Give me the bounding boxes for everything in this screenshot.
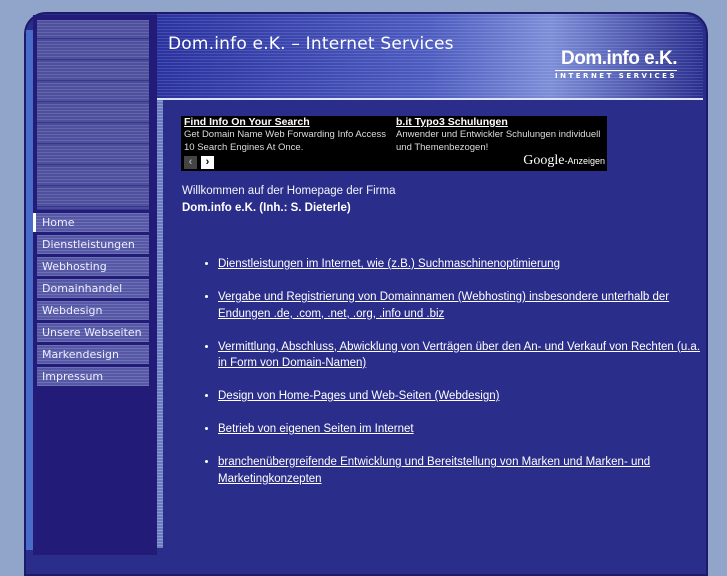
list-item: Vermittlung, Abschluss, Abwicklung von V… [218, 339, 708, 372]
company-name: Dom.info e.K. (Inh.: S. Dieterle) [182, 202, 351, 214]
nav-home[interactable]: Home [33, 213, 149, 232]
service-link[interactable]: Design von Home-Pages und Web-Seiten (We… [218, 390, 499, 402]
sidebar-decoration [37, 20, 149, 210]
sidebar-stripe [157, 98, 163, 548]
ad-title[interactable]: Find Info On Your Search [184, 116, 392, 129]
header-banner: Dom.info e.K. – Internet Services Dom.in… [157, 14, 703, 98]
google-ads-label[interactable]: Google-Anzeigen [523, 153, 605, 169]
nav-webhosting[interactable]: Webhosting [37, 257, 149, 276]
welcome-text: Willkommen auf der Homepage der Firma Do… [182, 183, 395, 217]
nav-markendesign[interactable]: Markendesign [37, 345, 149, 364]
nav-webdesign[interactable]: Webdesign [37, 301, 149, 320]
list-item: Vergabe und Registrierung von Domainname… [218, 289, 708, 322]
service-link[interactable]: Betrieb von eigenen Seiten im Internet [218, 423, 414, 435]
list-item: Dienstleistungen im Internet, wie (z.B.)… [218, 256, 708, 273]
google-logo: Google [523, 153, 565, 168]
logo-sub: INTERNET SERVICES [555, 70, 677, 80]
ad-text: Anwender und Entwickler Schulungen indiv… [396, 129, 601, 153]
site-title: Dom.info e.K. – Internet Services [168, 34, 454, 54]
services-list: Dienstleistungen im Internet, wie (z.B.)… [200, 256, 708, 504]
list-item: Betrieb von eigenen Seiten im Internet [218, 421, 708, 438]
logo: Dom.info e.K. INTERNET SERVICES [555, 48, 677, 80]
service-link[interactable]: Dienstleistungen im Internet, wie (z.B.)… [218, 258, 560, 270]
ad-title[interactable]: b.it Typo3 Schulungen [396, 116, 604, 129]
ad-text: Get Domain Name Web Forwarding Info Acce… [184, 129, 387, 153]
service-link[interactable]: branchenübergreifende Entwicklung und Be… [218, 456, 650, 485]
welcome-line: Willkommen auf der Homepage der Firma [182, 185, 396, 197]
logo-main: Dom.info e.K. [561, 48, 677, 69]
list-item: Design von Home-Pages und Web-Seiten (We… [218, 388, 708, 405]
next-ad-button[interactable]: › [201, 156, 214, 169]
service-link[interactable]: Vergabe und Registrierung von Domainname… [218, 291, 669, 320]
nav-impressum[interactable]: Impressum [37, 367, 149, 386]
nav-unsere-webseiten[interactable]: Unsere Webseiten [37, 323, 149, 342]
nav-domainhandel[interactable]: Domainhandel [37, 279, 149, 298]
prev-ad-button[interactable]: ‹ [184, 156, 197, 169]
header-divider [157, 98, 703, 100]
list-item: branchenübergreifende Entwicklung und Be… [218, 454, 708, 487]
frame-edge [26, 30, 33, 550]
anzeigen-label: -Anzeigen [564, 156, 605, 166]
nav-dienstleistungen[interactable]: Dienstleistungen [37, 235, 149, 254]
service-link[interactable]: Vermittlung, Abschluss, Abwicklung von V… [218, 341, 700, 370]
google-ads-box: Find Info On Your Search Get Domain Name… [181, 116, 607, 171]
main-nav: Home Dienstleistungen Webhosting Domainh… [33, 213, 149, 389]
